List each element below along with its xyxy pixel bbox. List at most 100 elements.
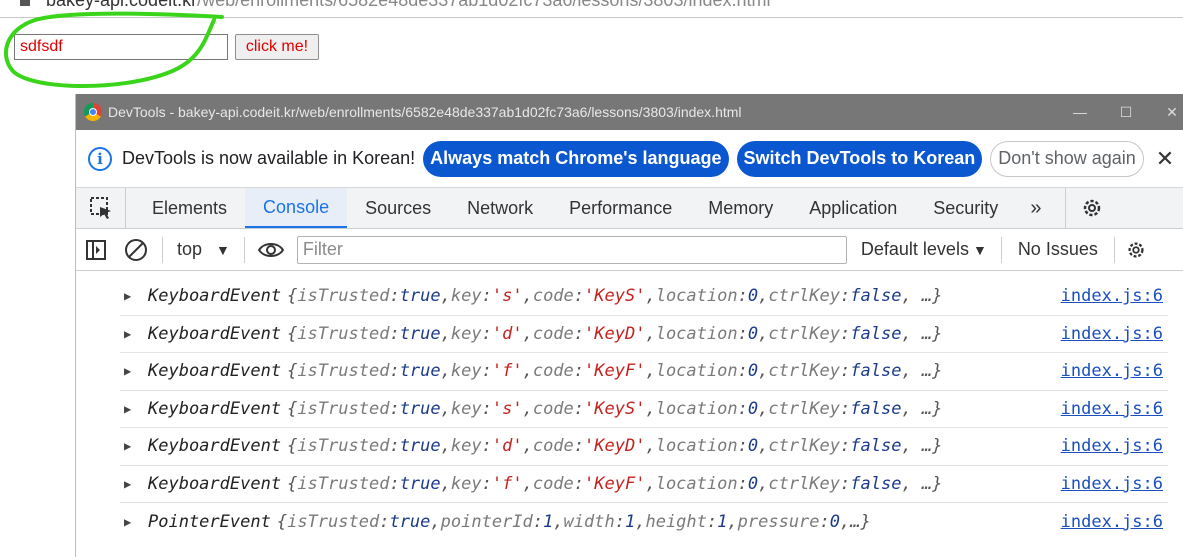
prop-value: 0 <box>747 436 759 457</box>
prop-key: ctrlKey <box>768 361 840 382</box>
minimize-icon[interactable]: — <box>1057 94 1103 130</box>
context-select[interactable]: top ▼ <box>169 239 238 260</box>
infobar-close-icon[interactable]: ✕ <box>1156 146 1174 172</box>
infobar-message: DevTools is now available in Korean! <box>122 148 416 168</box>
console-log-row[interactable]: ▶ KeyboardEvent{isTrusted: true, key: 's'… <box>120 278 1168 316</box>
source-link[interactable]: index.js:6 <box>1061 436 1163 456</box>
prop-value: 0 <box>747 286 759 307</box>
devtools-titlebar: DevTools - bakey-api.codeit.kr/web/enrol… <box>76 94 1183 130</box>
close-window-icon[interactable]: ✕ <box>1149 94 1183 130</box>
dont-show-again-button[interactable]: Don't show again <box>990 140 1144 177</box>
punct: : <box>389 323 400 344</box>
event-class-name: KeyboardEvent <box>148 361 282 382</box>
console-log-row[interactable]: ▶ KeyboardEvent{isTrusted: true, key: 's'… <box>120 391 1168 428</box>
prop-value: 1 <box>624 511 636 532</box>
tab-application[interactable]: Application <box>791 188 915 228</box>
expand-triangle-icon[interactable]: ▶ <box>124 402 148 416</box>
prop-key: location <box>655 398 738 419</box>
prop-key: isTrusted <box>297 361 390 382</box>
console-log-row[interactable]: ▶ PointerEvent{isTrusted: true, pointerId… <box>120 503 1168 541</box>
punct: : <box>389 436 400 457</box>
prop-key: isTrusted <box>297 398 390 419</box>
prop-key: isTrusted <box>297 323 390 344</box>
punct: , <box>840 511 851 532</box>
tab-memory[interactable]: Memory <box>690 188 791 228</box>
prop-key: pointerId <box>440 511 533 532</box>
event-class-name: KeyboardEvent <box>148 473 282 494</box>
punct: : <box>614 511 625 532</box>
tab-sources[interactable]: Sources <box>347 188 449 228</box>
prop-key: width <box>563 511 615 532</box>
prop-key: height <box>645 511 707 532</box>
tab-performance[interactable]: Performance <box>551 188 690 228</box>
punct: , <box>522 398 533 419</box>
punct: : <box>573 361 585 382</box>
expand-triangle-icon[interactable]: ▶ <box>124 289 148 303</box>
source-link[interactable]: index.js:6 <box>1061 286 1163 306</box>
key-value: 'd' <box>491 323 523 344</box>
chrome-logo-icon <box>84 103 102 121</box>
prop-value: true <box>399 398 441 419</box>
issues-counter[interactable]: No Issues <box>1000 236 1098 263</box>
punct: : <box>840 323 851 344</box>
punct: , <box>440 398 451 419</box>
page-text-input[interactable] <box>14 34 228 60</box>
console-log-row[interactable]: ▶ KeyboardEvent{isTrusted: true, key: 'f'… <box>120 353 1168 391</box>
expand-triangle-icon[interactable]: ▶ <box>124 439 148 453</box>
prop-key: key <box>450 361 482 382</box>
source-link[interactable]: index.js:6 <box>1061 512 1163 532</box>
prop-key: isTrusted <box>287 511 380 532</box>
live-expression-eye-icon[interactable] <box>251 230 291 270</box>
punct: : <box>481 436 492 457</box>
filter-input[interactable] <box>296 235 847 264</box>
punct: , <box>645 398 656 419</box>
event-class-name: KeyboardEvent <box>148 436 282 457</box>
punct: , <box>645 361 656 382</box>
prop-value: 0 <box>747 361 759 382</box>
tab-console[interactable]: Console <box>245 188 348 228</box>
tab-network[interactable]: Network <box>449 188 551 228</box>
prop-key: ctrlKey <box>768 286 840 307</box>
console-log-row[interactable]: ▶ KeyboardEvent{isTrusted: true, key: 'd'… <box>120 316 1168 353</box>
punct: : <box>737 473 748 494</box>
expand-triangle-icon[interactable]: ▶ <box>124 327 148 341</box>
source-link[interactable]: index.js:6 <box>1061 361 1163 381</box>
event-class-name: PointerEvent <box>148 511 271 532</box>
punct: : <box>389 473 400 494</box>
more-tabs-icon[interactable]: » <box>1016 188 1055 228</box>
match-language-button[interactable]: Always match Chrome's language <box>423 140 729 177</box>
tab-elements[interactable]: Elements <box>134 188 245 228</box>
tab-security[interactable]: Security <box>915 188 1016 228</box>
settings-gear-icon[interactable] <box>1065 188 1104 228</box>
window-controls: — ☐ ✕ <box>1057 94 1183 130</box>
console-log-row[interactable]: ▶ KeyboardEvent{isTrusted: true, key: 'd'… <box>120 428 1168 466</box>
punct: : <box>379 511 390 532</box>
default-levels-dropdown[interactable]: Default levels ▼ <box>861 239 987 260</box>
maximize-icon[interactable]: ☐ <box>1103 94 1149 130</box>
clear-console-icon[interactable] <box>116 230 156 270</box>
prop-key: ctrlKey <box>768 436 840 457</box>
prop-key: key <box>450 286 482 307</box>
source-link[interactable]: index.js:6 <box>1061 399 1163 419</box>
expand-triangle-icon[interactable]: ▶ <box>124 477 148 491</box>
console-log-row[interactable]: ▶ KeyboardEvent{isTrusted: true, key: 'f'… <box>120 466 1168 503</box>
url-path: /web/enrollments/6582e48de337ab1d02fc73a… <box>197 0 771 10</box>
punct: : <box>706 511 718 532</box>
event-class-name: KeyboardEvent <box>148 323 282 344</box>
event-class-name: KeyboardEvent <box>148 286 282 307</box>
sidebar-toggle-icon[interactable] <box>76 230 116 270</box>
source-link[interactable]: index.js:6 <box>1061 474 1163 494</box>
inspect-element-icon[interactable] <box>76 188 126 228</box>
page-url-bar: bakey-api.codeit.kr/web/enrollments/6582… <box>0 0 1183 18</box>
expand-triangle-icon[interactable]: ▶ <box>124 364 148 378</box>
punct: , <box>758 436 769 457</box>
punct: , <box>440 286 451 307</box>
prop-key: location <box>655 436 738 457</box>
console-settings-gear-icon[interactable] <box>1113 236 1147 263</box>
source-link[interactable]: index.js:6 <box>1061 324 1163 344</box>
switch-korean-button[interactable]: Switch DevTools to Korean <box>736 140 983 177</box>
punct: : <box>573 436 585 457</box>
click-me-button[interactable]: click me! <box>235 34 319 60</box>
expand-triangle-icon[interactable]: ▶ <box>124 515 148 529</box>
code-value: 'KeyD' <box>584 436 646 457</box>
